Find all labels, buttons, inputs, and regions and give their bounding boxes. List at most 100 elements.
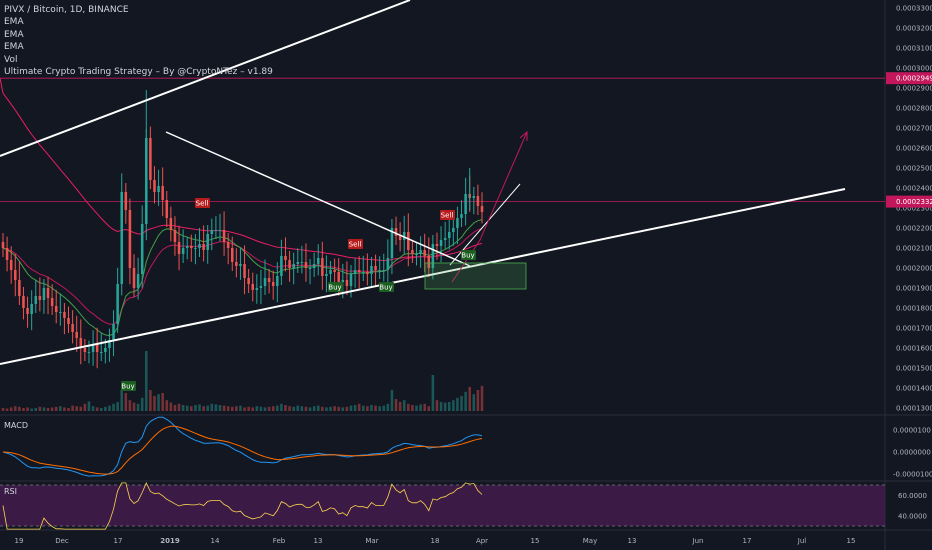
candle-body <box>26 308 29 314</box>
buy-zone-box <box>424 262 527 290</box>
candle-body <box>362 272 365 273</box>
candle-body <box>443 238 447 240</box>
volume-bar <box>177 403 181 411</box>
volume-bar <box>210 403 214 411</box>
volume-bar <box>87 401 91 411</box>
volume-bar <box>79 406 83 411</box>
volume-bar <box>357 403 361 411</box>
volume-bar <box>325 407 328 411</box>
volume-bar <box>337 406 340 411</box>
candle-body <box>271 282 275 286</box>
candle-body <box>149 138 152 180</box>
legend-ema-3: EMA <box>4 42 24 53</box>
volume-bar <box>370 405 373 411</box>
signal-label-buy: Buy <box>328 284 341 292</box>
candle-body <box>140 224 144 274</box>
candle-body <box>460 214 463 218</box>
volume-bar <box>202 406 205 411</box>
volume-bar <box>181 405 185 411</box>
candle-body <box>104 348 107 352</box>
volume-bar <box>59 406 62 411</box>
signal-label-buy: Buy <box>379 284 392 292</box>
candle-body <box>71 324 74 332</box>
signal-label-buy: Buy <box>461 252 474 260</box>
candle-body <box>230 248 234 262</box>
volume-bar <box>50 407 54 411</box>
volume-bar <box>153 396 156 411</box>
volume-bar <box>460 396 463 411</box>
candle-body <box>288 260 291 268</box>
volume-bar <box>91 406 95 411</box>
price-tick-label: 0.0001800 <box>896 305 932 313</box>
volume-bar <box>411 405 414 411</box>
volume-bar <box>22 408 25 411</box>
candle-body <box>308 268 312 269</box>
date-tick-label: 17 <box>743 537 752 545</box>
volume-bar <box>386 403 390 411</box>
volume-bar <box>382 405 386 411</box>
candle-body <box>243 264 246 278</box>
candle-body <box>366 272 369 274</box>
volume-bar <box>329 406 332 411</box>
candle-body <box>124 192 128 210</box>
candle-body <box>312 264 316 268</box>
candle-body <box>259 286 263 288</box>
volume-bar <box>230 406 234 411</box>
candle-body <box>325 274 328 276</box>
volume-bar <box>456 397 459 411</box>
chart-canvas[interactable]: 0.0001300 0.0001400 0.0001500 0.0001600 0.00… <box>0 0 932 550</box>
volume-bar <box>362 405 365 411</box>
price-tick-label: 0.0003000 <box>896 65 932 73</box>
date-tick-label: Feb <box>273 537 286 545</box>
candle-body <box>5 248 9 260</box>
price-tick-label: 0.0003100 <box>896 45 932 53</box>
date-tick-label: Mar <box>365 537 378 545</box>
candle-body <box>329 270 332 274</box>
candle-body <box>267 278 271 282</box>
candle-body <box>198 244 201 248</box>
candle-body <box>50 298 54 306</box>
volume-bar <box>255 406 259 411</box>
candle-body <box>194 248 197 249</box>
ema-mid-line <box>2 227 483 325</box>
candle-body <box>300 262 304 263</box>
candle-body <box>235 262 238 266</box>
volume-bar <box>443 402 447 411</box>
volume-bar <box>71 405 74 411</box>
price-tick-label: 0.0003300 <box>896 5 932 13</box>
candle-body <box>411 250 414 254</box>
volume-bar <box>398 402 402 411</box>
candle-body <box>120 192 123 284</box>
price-tick-label: 0.0002100 <box>896 245 932 253</box>
candle-body <box>22 296 25 308</box>
candle-body <box>136 274 140 288</box>
volume-bar <box>14 406 17 411</box>
candle-body <box>75 332 78 338</box>
volume-bar <box>280 403 283 411</box>
candle-body <box>464 194 467 214</box>
volume-bar <box>304 406 308 411</box>
volume-bar <box>427 406 431 411</box>
volume-bar <box>239 405 242 411</box>
volume-bar <box>38 406 42 411</box>
candle-body <box>54 306 58 312</box>
candle-body <box>185 246 189 248</box>
rsi-pane-label: RSI <box>4 487 17 496</box>
volume-bar <box>157 394 160 411</box>
signal-label-sell: Sell <box>196 200 209 208</box>
rsi-band <box>0 485 885 526</box>
candle-body <box>452 228 455 232</box>
volume-bar <box>366 406 369 411</box>
candle-body <box>214 230 218 231</box>
candle-body <box>67 318 70 324</box>
candle-body <box>14 270 17 280</box>
candle-body <box>9 260 13 270</box>
volume-bar <box>243 407 246 411</box>
date-tick-label: 19 <box>15 537 24 545</box>
candle-body <box>34 296 38 304</box>
price-tick-label: 0.0002400 <box>896 185 932 193</box>
volume-bar <box>108 405 111 411</box>
candle-body <box>202 244 205 250</box>
candle-body <box>99 352 103 353</box>
volume-bar <box>468 387 471 411</box>
